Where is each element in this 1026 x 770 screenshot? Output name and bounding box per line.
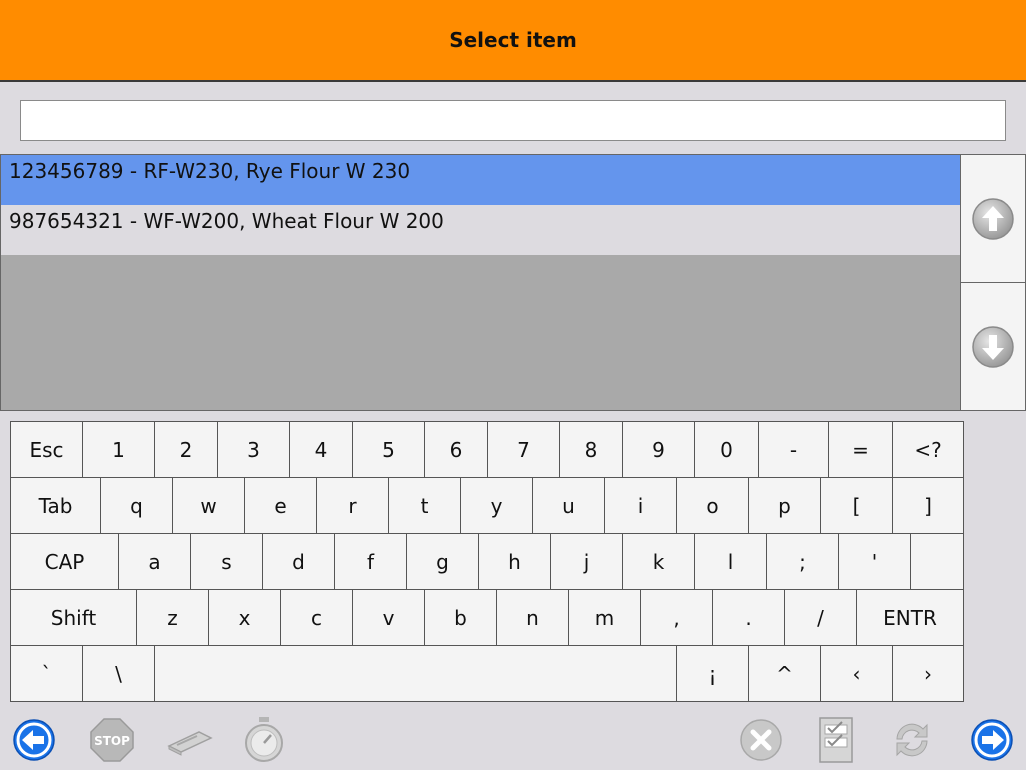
timer-button[interactable] <box>240 716 288 764</box>
scanner-button[interactable] <box>165 716 213 764</box>
key-minus[interactable]: - <box>758 421 829 478</box>
key-tab[interactable]: Tab <box>10 477 101 534</box>
key-m[interactable]: m <box>568 589 641 646</box>
checklist-button[interactable] <box>812 716 860 764</box>
page-title: Select item <box>449 28 577 52</box>
forward-arrow-icon <box>971 719 1013 761</box>
key-esc[interactable]: Esc <box>10 421 83 478</box>
key-open-bracket[interactable]: [ <box>820 477 893 534</box>
key-5[interactable]: 5 <box>352 421 425 478</box>
key-p[interactable]: p <box>748 477 821 534</box>
key-caps[interactable]: CAP <box>10 533 119 590</box>
arrow-down-icon <box>972 325 1014 368</box>
back-button[interactable] <box>10 716 58 764</box>
key-r[interactable]: r <box>316 477 389 534</box>
key-7[interactable]: 7 <box>487 421 560 478</box>
key-f[interactable]: f <box>334 533 407 590</box>
key-apostrophe[interactable]: ' <box>838 533 911 590</box>
key-y[interactable]: y <box>460 477 533 534</box>
key-c[interactable]: c <box>280 589 353 646</box>
key-a[interactable]: a <box>118 533 191 590</box>
key-8[interactable]: 8 <box>559 421 623 478</box>
key-1[interactable]: 1 <box>82 421 155 478</box>
arrow-up-icon <box>972 197 1014 240</box>
list-item[interactable]: 123456789 - RF-W230, Rye Flour W 230 <box>1 155 960 205</box>
key-9[interactable]: 9 <box>622 421 695 478</box>
key-o[interactable]: o <box>676 477 749 534</box>
key-i[interactable]: i <box>604 477 677 534</box>
scroll-down-button[interactable] <box>960 282 1026 411</box>
key-h[interactable]: h <box>478 533 551 590</box>
key-w[interactable]: w <box>172 477 245 534</box>
stopwatch-icon <box>245 717 283 762</box>
key-k[interactable]: k <box>622 533 695 590</box>
key-t[interactable]: t <box>388 477 461 534</box>
key-j[interactable]: j <box>550 533 623 590</box>
key-d[interactable]: d <box>262 533 335 590</box>
cancel-icon <box>740 719 782 761</box>
key-backslash[interactable]: \ <box>82 645 155 702</box>
list-item-label: 987654321 - WF-W200, Wheat Flour W 200 <box>9 209 444 233</box>
checklist-icon <box>819 717 853 763</box>
key-blank[interactable] <box>910 533 964 590</box>
key-semicolon[interactable]: ; <box>766 533 839 590</box>
key-z[interactable]: z <box>136 589 209 646</box>
header-bar: Select item <box>0 0 1026 82</box>
key-v[interactable]: v <box>352 589 425 646</box>
back-arrow-icon <box>13 719 55 761</box>
search-input[interactable] <box>20 100 1006 141</box>
key-equals[interactable]: = <box>828 421 893 478</box>
scroll-up-button[interactable] <box>960 154 1026 283</box>
key-left-angle[interactable]: ‹ <box>820 645 893 702</box>
cancel-button[interactable] <box>737 716 785 764</box>
key-enter[interactable]: ENTR <box>856 589 964 646</box>
key-x[interactable]: x <box>208 589 281 646</box>
key-right-angle[interactable]: › <box>892 645 964 702</box>
key-caret[interactable]: ^ <box>748 645 821 702</box>
key-6[interactable]: 6 <box>424 421 488 478</box>
key-comma[interactable]: , <box>640 589 713 646</box>
stop-label: STOP <box>94 734 130 748</box>
key-shift[interactable]: Shift <box>10 589 137 646</box>
key-backspace[interactable]: <? <box>892 421 964 478</box>
key-4[interactable]: 4 <box>289 421 353 478</box>
key-2[interactable]: 2 <box>154 421 218 478</box>
key-0[interactable]: 0 <box>694 421 759 478</box>
key-3[interactable]: 3 <box>217 421 290 478</box>
key-l[interactable]: l <box>694 533 767 590</box>
key-space[interactable] <box>154 645 677 702</box>
key-inverted-exclamation[interactable]: ¡ <box>676 645 749 702</box>
key-slash[interactable]: / <box>784 589 857 646</box>
key-b[interactable]: b <box>424 589 497 646</box>
key-backtick[interactable]: ` <box>10 645 83 702</box>
refresh-button[interactable] <box>888 716 936 764</box>
key-q[interactable]: q <box>100 477 173 534</box>
list-item-label: 123456789 - RF-W230, Rye Flour W 230 <box>9 159 411 183</box>
scanner-icon <box>167 731 213 756</box>
stop-button[interactable]: STOP <box>88 716 136 764</box>
key-g[interactable]: g <box>406 533 479 590</box>
list-item[interactable]: 987654321 - WF-W200, Wheat Flour W 200 <box>1 205 960 255</box>
item-list[interactable]: 123456789 - RF-W230, Rye Flour W 230 987… <box>0 154 961 411</box>
refresh-icon <box>896 723 928 757</box>
on-screen-keyboard: Esc 1 2 3 4 5 6 7 8 9 0 - = <? Tab q w e… <box>10 421 966 702</box>
key-u[interactable]: u <box>532 477 605 534</box>
key-e[interactable]: e <box>244 477 317 534</box>
forward-button[interactable] <box>968 716 1016 764</box>
key-period[interactable]: . <box>712 589 785 646</box>
stop-sign-icon: STOP <box>90 718 134 762</box>
key-s[interactable]: s <box>190 533 263 590</box>
key-n[interactable]: n <box>496 589 569 646</box>
key-close-bracket[interactable]: ] <box>892 477 964 534</box>
